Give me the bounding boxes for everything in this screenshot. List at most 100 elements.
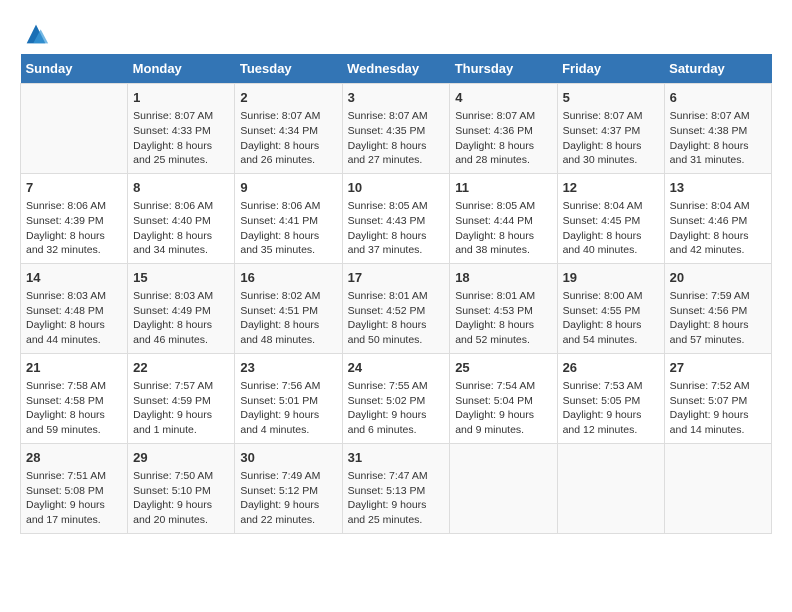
- calendar-cell: 1 Sunrise: 8:07 AM Sunset: 4:33 PM Daylig…: [128, 84, 235, 174]
- column-header-sunday: Sunday: [21, 54, 128, 84]
- calendar-cell: 29 Sunrise: 7:50 AM Sunset: 5:10 PM Dayli…: [128, 443, 235, 533]
- calendar-cell: 9 Sunrise: 8:06 AM Sunset: 4:41 PM Daylig…: [235, 173, 342, 263]
- calendar-cell: 18 Sunrise: 8:01 AM Sunset: 4:53 PM Dayli…: [450, 263, 557, 353]
- column-header-thursday: Thursday: [450, 54, 557, 84]
- column-header-tuesday: Tuesday: [235, 54, 342, 84]
- calendar-cell: 11 Sunrise: 8:05 AM Sunset: 4:44 PM Dayli…: [450, 173, 557, 263]
- day-number: 4: [455, 89, 551, 107]
- column-header-wednesday: Wednesday: [342, 54, 450, 84]
- calendar-cell: 17 Sunrise: 8:01 AM Sunset: 4:52 PM Dayli…: [342, 263, 450, 353]
- day-number: 20: [670, 269, 766, 287]
- day-info: Sunrise: 8:07 AM Sunset: 4:33 PM Dayligh…: [133, 109, 229, 168]
- day-info: Sunrise: 7:58 AM Sunset: 4:58 PM Dayligh…: [26, 379, 122, 438]
- day-number: 31: [348, 449, 445, 467]
- day-number: 1: [133, 89, 229, 107]
- day-info: Sunrise: 8:01 AM Sunset: 4:52 PM Dayligh…: [348, 289, 445, 348]
- day-number: 16: [240, 269, 336, 287]
- calendar-cell: 14 Sunrise: 8:03 AM Sunset: 4:48 PM Dayli…: [21, 263, 128, 353]
- day-number: 11: [455, 179, 551, 197]
- calendar-cell: 13 Sunrise: 8:04 AM Sunset: 4:46 PM Dayli…: [664, 173, 771, 263]
- day-number: 21: [26, 359, 122, 377]
- day-number: 18: [455, 269, 551, 287]
- calendar-cell: 10 Sunrise: 8:05 AM Sunset: 4:43 PM Dayli…: [342, 173, 450, 263]
- day-number: 14: [26, 269, 122, 287]
- logo-icon: [22, 20, 50, 48]
- column-header-saturday: Saturday: [664, 54, 771, 84]
- calendar-cell: 16 Sunrise: 8:02 AM Sunset: 4:51 PM Dayli…: [235, 263, 342, 353]
- day-info: Sunrise: 8:06 AM Sunset: 4:39 PM Dayligh…: [26, 199, 122, 258]
- calendar-table: SundayMondayTuesdayWednesdayThursdayFrid…: [20, 54, 772, 534]
- day-info: Sunrise: 7:56 AM Sunset: 5:01 PM Dayligh…: [240, 379, 336, 438]
- day-info: Sunrise: 8:07 AM Sunset: 4:36 PM Dayligh…: [455, 109, 551, 168]
- calendar-cell: 4 Sunrise: 8:07 AM Sunset: 4:36 PM Daylig…: [450, 84, 557, 174]
- day-info: Sunrise: 8:03 AM Sunset: 4:48 PM Dayligh…: [26, 289, 122, 348]
- day-number: 24: [348, 359, 445, 377]
- day-number: 9: [240, 179, 336, 197]
- day-info: Sunrise: 8:07 AM Sunset: 4:35 PM Dayligh…: [348, 109, 445, 168]
- day-info: Sunrise: 7:49 AM Sunset: 5:12 PM Dayligh…: [240, 469, 336, 528]
- week-row-3: 14 Sunrise: 8:03 AM Sunset: 4:48 PM Dayli…: [21, 263, 772, 353]
- calendar-cell: 22Sunrise: 7:57 AM Sunset: 4:59 PM Dayli…: [128, 353, 235, 443]
- week-row-5: 28 Sunrise: 7:51 AM Sunset: 5:08 PM Dayli…: [21, 443, 772, 533]
- column-header-monday: Monday: [128, 54, 235, 84]
- week-row-4: 21 Sunrise: 7:58 AM Sunset: 4:58 PM Dayli…: [21, 353, 772, 443]
- week-row-1: 1 Sunrise: 8:07 AM Sunset: 4:33 PM Daylig…: [21, 84, 772, 174]
- day-number: 29: [133, 449, 229, 467]
- day-info: Sunrise: 8:03 AM Sunset: 4:49 PM Dayligh…: [133, 289, 229, 348]
- day-info: Sunrise: 8:05 AM Sunset: 4:44 PM Dayligh…: [455, 199, 551, 258]
- calendar-cell: 19Sunrise: 8:00 AM Sunset: 4:55 PM Dayli…: [557, 263, 664, 353]
- day-number: 5: [563, 89, 659, 107]
- day-number: 23: [240, 359, 336, 377]
- day-number: 7: [26, 179, 122, 197]
- day-info: Sunrise: 8:07 AM Sunset: 4:34 PM Dayligh…: [240, 109, 336, 168]
- day-number: 28: [26, 449, 122, 467]
- calendar-cell: [557, 443, 664, 533]
- day-info: Sunrise: 7:52 AM Sunset: 5:07 PM Dayligh…: [670, 379, 766, 438]
- day-info: Sunrise: 8:04 AM Sunset: 4:46 PM Dayligh…: [670, 199, 766, 258]
- day-info: Sunrise: 8:05 AM Sunset: 4:43 PM Dayligh…: [348, 199, 445, 258]
- day-number: 13: [670, 179, 766, 197]
- day-number: 6: [670, 89, 766, 107]
- calendar-cell: 5Sunrise: 8:07 AM Sunset: 4:37 PM Daylig…: [557, 84, 664, 174]
- day-info: Sunrise: 7:54 AM Sunset: 5:04 PM Dayligh…: [455, 379, 551, 438]
- day-info: Sunrise: 8:00 AM Sunset: 4:55 PM Dayligh…: [563, 289, 659, 348]
- calendar-cell: 26 Sunrise: 7:53 AM Sunset: 5:05 PM Dayli…: [557, 353, 664, 443]
- calendar-cell: 24 Sunrise: 7:55 AM Sunset: 5:02 PM Dayli…: [342, 353, 450, 443]
- day-info: Sunrise: 7:50 AM Sunset: 5:10 PM Dayligh…: [133, 469, 229, 528]
- day-info: Sunrise: 7:55 AM Sunset: 5:02 PM Dayligh…: [348, 379, 445, 438]
- calendar-cell: [21, 84, 128, 174]
- calendar-cell: 15Sunrise: 8:03 AM Sunset: 4:49 PM Dayli…: [128, 263, 235, 353]
- calendar-cell: 8 Sunrise: 8:06 AM Sunset: 4:40 PM Daylig…: [128, 173, 235, 263]
- week-row-2: 7 Sunrise: 8:06 AM Sunset: 4:39 PM Daylig…: [21, 173, 772, 263]
- day-info: Sunrise: 8:02 AM Sunset: 4:51 PM Dayligh…: [240, 289, 336, 348]
- calendar-cell: 25Sunrise: 7:54 AM Sunset: 5:04 PM Dayli…: [450, 353, 557, 443]
- day-info: Sunrise: 7:53 AM Sunset: 5:05 PM Dayligh…: [563, 379, 659, 438]
- calendar-cell: 7 Sunrise: 8:06 AM Sunset: 4:39 PM Daylig…: [21, 173, 128, 263]
- day-number: 12: [563, 179, 659, 197]
- day-info: Sunrise: 7:59 AM Sunset: 4:56 PM Dayligh…: [670, 289, 766, 348]
- calendar-cell: 21 Sunrise: 7:58 AM Sunset: 4:58 PM Dayli…: [21, 353, 128, 443]
- day-info: Sunrise: 7:57 AM Sunset: 4:59 PM Dayligh…: [133, 379, 229, 438]
- calendar-cell: [664, 443, 771, 533]
- day-number: 8: [133, 179, 229, 197]
- calendar-cell: 27Sunrise: 7:52 AM Sunset: 5:07 PM Dayli…: [664, 353, 771, 443]
- day-number: 17: [348, 269, 445, 287]
- calendar-cell: 2Sunrise: 8:07 AM Sunset: 4:34 PM Daylig…: [235, 84, 342, 174]
- day-info: Sunrise: 8:04 AM Sunset: 4:45 PM Dayligh…: [563, 199, 659, 258]
- calendar-cell: 20 Sunrise: 7:59 AM Sunset: 4:56 PM Dayli…: [664, 263, 771, 353]
- day-info: Sunrise: 8:06 AM Sunset: 4:41 PM Dayligh…: [240, 199, 336, 258]
- calendar-cell: 31Sunrise: 7:47 AM Sunset: 5:13 PM Dayli…: [342, 443, 450, 533]
- calendar-cell: [450, 443, 557, 533]
- day-number: 26: [563, 359, 659, 377]
- logo: [20, 20, 50, 44]
- day-number: 30: [240, 449, 336, 467]
- day-info: Sunrise: 8:07 AM Sunset: 4:38 PM Dayligh…: [670, 109, 766, 168]
- calendar-cell: 6 Sunrise: 8:07 AM Sunset: 4:38 PM Daylig…: [664, 84, 771, 174]
- calendar-header-row: SundayMondayTuesdayWednesdayThursdayFrid…: [21, 54, 772, 84]
- day-info: Sunrise: 8:01 AM Sunset: 4:53 PM Dayligh…: [455, 289, 551, 348]
- calendar-cell: 28 Sunrise: 7:51 AM Sunset: 5:08 PM Dayli…: [21, 443, 128, 533]
- day-number: 10: [348, 179, 445, 197]
- day-info: Sunrise: 7:51 AM Sunset: 5:08 PM Dayligh…: [26, 469, 122, 528]
- day-info: Sunrise: 8:06 AM Sunset: 4:40 PM Dayligh…: [133, 199, 229, 258]
- calendar-cell: 3Sunrise: 8:07 AM Sunset: 4:35 PM Daylig…: [342, 84, 450, 174]
